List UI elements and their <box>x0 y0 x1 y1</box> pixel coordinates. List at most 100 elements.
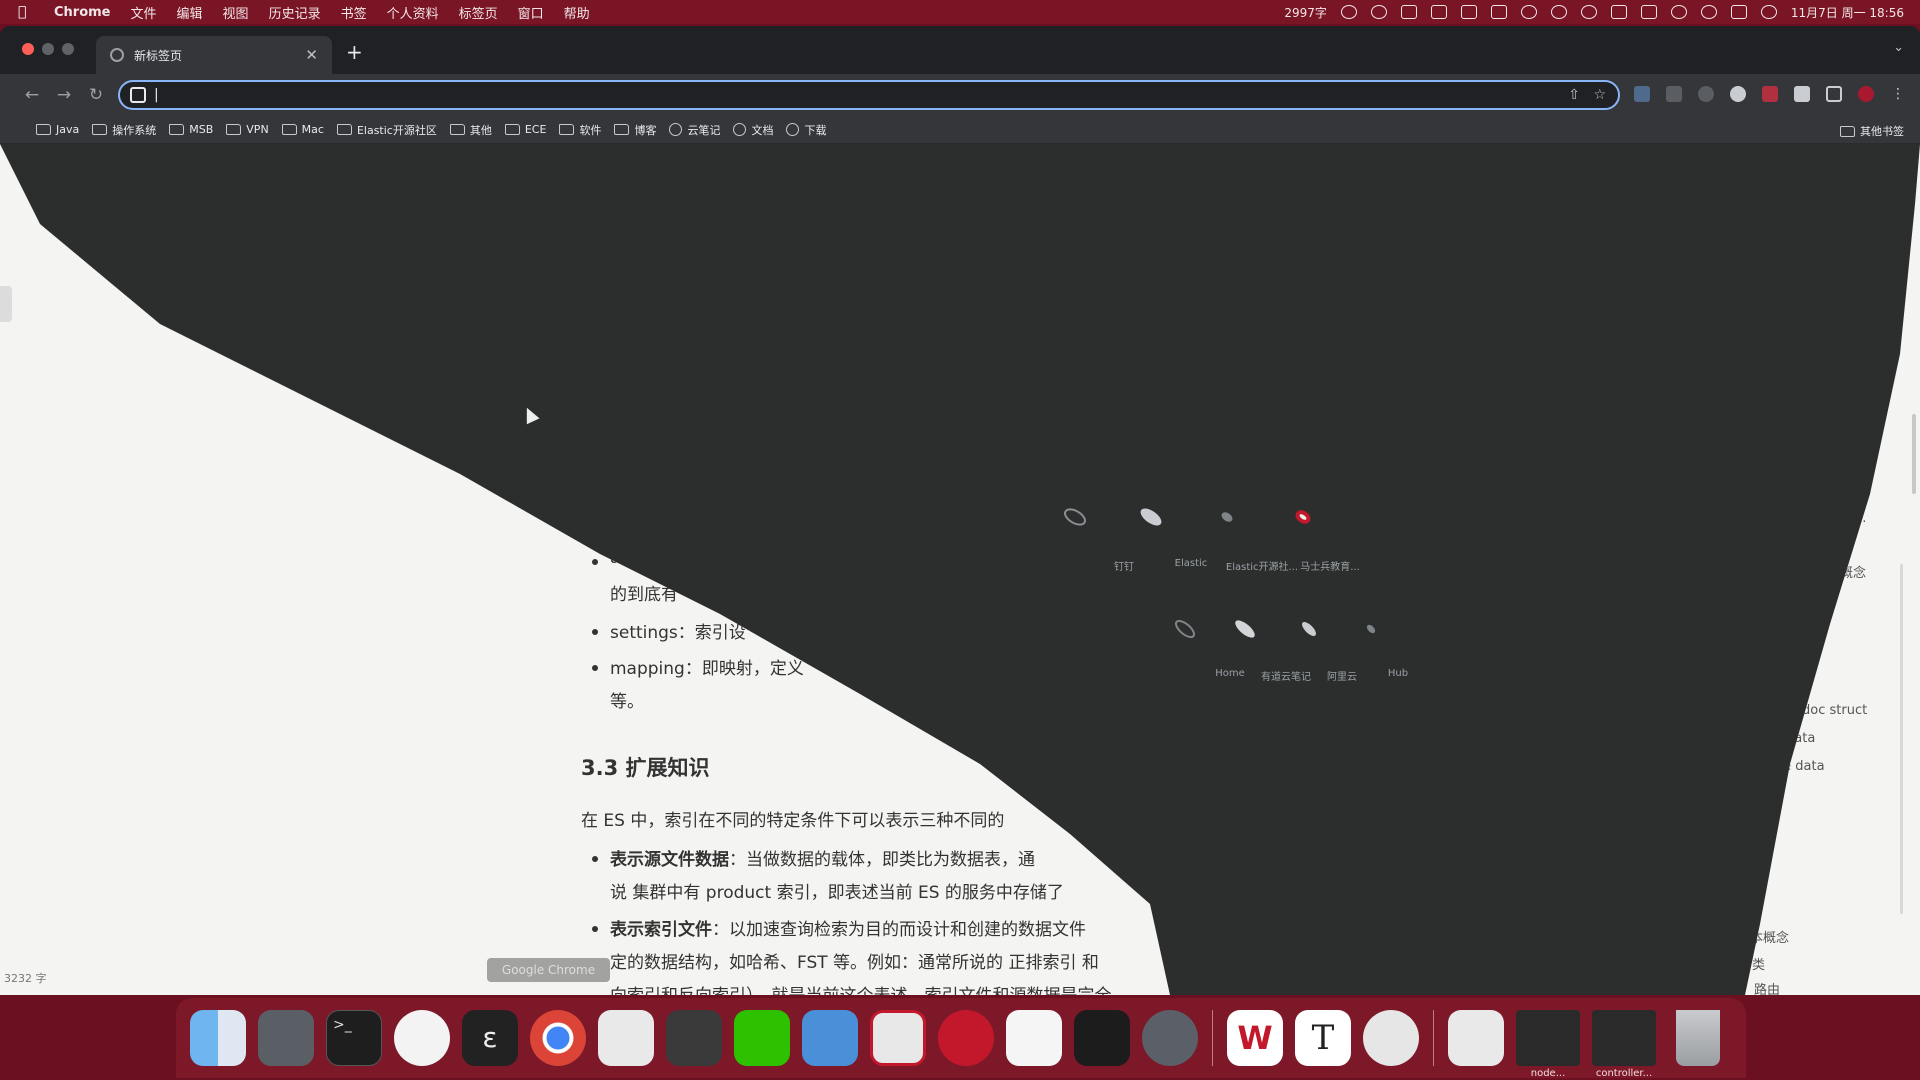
shortcut-elastic-community-icon[interactable] <box>1212 502 1242 532</box>
chrome-icon[interactable] <box>530 1010 586 1066</box>
close-tab-icon[interactable]: ✕ <box>305 46 318 64</box>
lark-icon[interactable] <box>394 1010 450 1066</box>
netease-music-icon[interactable] <box>938 1010 994 1066</box>
outline-item[interactable]: 路由 <box>1754 979 1780 995</box>
reload-icon[interactable]: ↻ <box>80 85 112 105</box>
apple-menu-icon[interactable]:  <box>18 4 34 20</box>
documents-folder-icon[interactable] <box>1448 1010 1504 1066</box>
reminders-icon[interactable] <box>1006 1010 1062 1066</box>
extension-jh-icon[interactable] <box>1634 86 1650 102</box>
menu-window[interactable]: 窗口 <box>508 3 554 22</box>
screen-icon[interactable] <box>1490 5 1507 19</box>
outline-item[interactable]: 本概念 <box>1750 927 1789 946</box>
share-icon[interactable]: ⇧ <box>1568 87 1580 103</box>
menu-edit[interactable]: 编辑 <box>167 3 213 22</box>
paper-plane-icon[interactable] <box>666 1010 722 1066</box>
typora-icon[interactable]: T <box>1295 1010 1351 1066</box>
new-tab-button[interactable]: + <box>346 40 363 64</box>
bookmark-blog[interactable]: 博客 <box>614 122 656 138</box>
menu-tabs[interactable]: 标签页 <box>449 3 508 22</box>
bookmark-mac[interactable]: Mac <box>281 123 324 136</box>
search-icon[interactable] <box>1700 5 1717 19</box>
shortcut-youdao-icon[interactable] <box>1230 614 1260 644</box>
outline-scrollbar[interactable] <box>1900 564 1903 914</box>
back-icon[interactable]: ← <box>16 85 48 105</box>
kuaikan-icon[interactable] <box>870 1010 926 1066</box>
shortcut-dingtalk-icon[interactable] <box>1060 502 1090 532</box>
bookmark-star-icon[interactable]: ☆ <box>1593 87 1606 103</box>
menu-profile[interactable]: 个人资料 <box>377 3 449 22</box>
siri-icon[interactable] <box>1760 5 1777 19</box>
grid-icon[interactable] <box>1400 5 1417 19</box>
forward-icon[interactable]: → <box>48 85 80 105</box>
word-count-status[interactable]: 2997字 <box>1284 4 1327 21</box>
extension-globe-icon[interactable] <box>1730 86 1746 102</box>
side-panel-icon[interactable] <box>1826 86 1842 102</box>
bookmark-java[interactable]: Java <box>36 123 79 136</box>
wechat-icon[interactable] <box>734 1010 790 1066</box>
shortcut-aliyun-icon[interactable] <box>1294 614 1324 644</box>
battery-icon[interactable] <box>1640 5 1657 19</box>
shortcut-hub-icon[interactable] <box>1356 614 1386 644</box>
bookmark-other-folder[interactable]: 其他 <box>449 122 492 138</box>
shortcut-mashibing-icon[interactable] <box>1288 502 1318 532</box>
more-menu-icon[interactable]: ⋮ <box>1890 86 1906 102</box>
bookmark-cloud-notes[interactable]: 云笔记 <box>669 122 720 138</box>
finder-icon[interactable] <box>190 1010 246 1066</box>
window-thumbnail-controller[interactable]: controller... <box>1592 1010 1656 1079</box>
outline-item[interactable]: doc struct <box>1802 703 1867 718</box>
extension-pin-icon[interactable] <box>1666 86 1682 102</box>
address-bar[interactable]: ⇧ ☆ <box>118 80 1620 110</box>
camera-icon[interactable] <box>1460 5 1477 19</box>
window-thumbnail-node[interactable]: node... <box>1516 1010 1580 1079</box>
notes-icon[interactable] <box>598 1010 654 1066</box>
minimize-window-button[interactable] <box>42 43 54 55</box>
shortcut-elastic-icon[interactable] <box>1136 502 1166 532</box>
audio-waveform-icon[interactable] <box>1074 1010 1130 1066</box>
extension-red-icon[interactable] <box>1762 86 1778 102</box>
menu-view[interactable]: 视图 <box>213 3 259 22</box>
editor-icon[interactable]: ε <box>462 1010 518 1066</box>
bookmark-vpn[interactable]: VPN <box>226 123 269 136</box>
menu-help[interactable]: 帮助 <box>554 3 600 22</box>
profile-avatar[interactable] <box>1858 86 1874 102</box>
tab-new-tab[interactable]: 新标签页 ✕ <box>96 36 332 74</box>
pen-icon[interactable] <box>1520 5 1537 19</box>
launchpad-icon[interactable] <box>258 1010 314 1066</box>
bookmark-docs[interactable]: 文档 <box>733 122 773 138</box>
bookmark-software[interactable]: 软件 <box>559 122 601 138</box>
outline-item[interactable]: ea... <box>1838 511 1866 526</box>
close-window-button[interactable] <box>22 43 34 55</box>
wifi-icon[interactable] <box>1670 5 1687 19</box>
bookmark-other-bookmarks[interactable]: 其他书签 <box>1840 123 1904 139</box>
zoom-window-button[interactable] <box>62 43 74 55</box>
bookmark-msb[interactable]: MSB <box>169 123 213 136</box>
emoji-icon[interactable] <box>1340 5 1357 19</box>
bookmark-os[interactable]: 操作系统 <box>92 122 156 138</box>
microphone-icon[interactable] <box>1370 5 1387 19</box>
menu-file[interactable]: 文件 <box>121 3 167 22</box>
address-input[interactable] <box>154 87 1454 103</box>
scrollbar-thumb[interactable] <box>1912 414 1916 494</box>
preview-icon[interactable] <box>1363 1010 1419 1066</box>
bookmark-elastic[interactable]: Elastic开源社区 <box>336 122 437 138</box>
menu-history[interactable]: 历史记录 <box>259 3 331 22</box>
menu-bookmarks[interactable]: 书签 <box>331 3 377 22</box>
clock[interactable]: 11月7日 周一 18:56 <box>1791 4 1904 21</box>
cloud-icon[interactable] <box>1550 5 1567 19</box>
menu-app-name[interactable]: Chrome <box>44 5 121 20</box>
site-info-icon[interactable] <box>130 87 146 103</box>
outline-item[interactable]: 概念 <box>1840 562 1866 581</box>
terminal-icon[interactable]: >_ <box>326 1010 382 1066</box>
tab-search-icon[interactable]: ⌄ <box>1893 40 1904 55</box>
bird-icon[interactable] <box>802 1010 858 1066</box>
shortcut-home-icon[interactable] <box>1170 614 1200 644</box>
bookmark-downloads[interactable]: 下载 <box>786 122 826 138</box>
outline-item[interactable]: 类 <box>1752 954 1765 973</box>
extension-translate-icon[interactable] <box>1698 86 1714 102</box>
trash-icon[interactable] <box>1676 1010 1720 1066</box>
bookmark-ece[interactable]: ECE <box>504 123 546 136</box>
sync-icon[interactable] <box>1610 5 1627 19</box>
sidebar-toggle-handle[interactable] <box>0 286 12 322</box>
wps-icon[interactable] <box>1430 5 1447 19</box>
